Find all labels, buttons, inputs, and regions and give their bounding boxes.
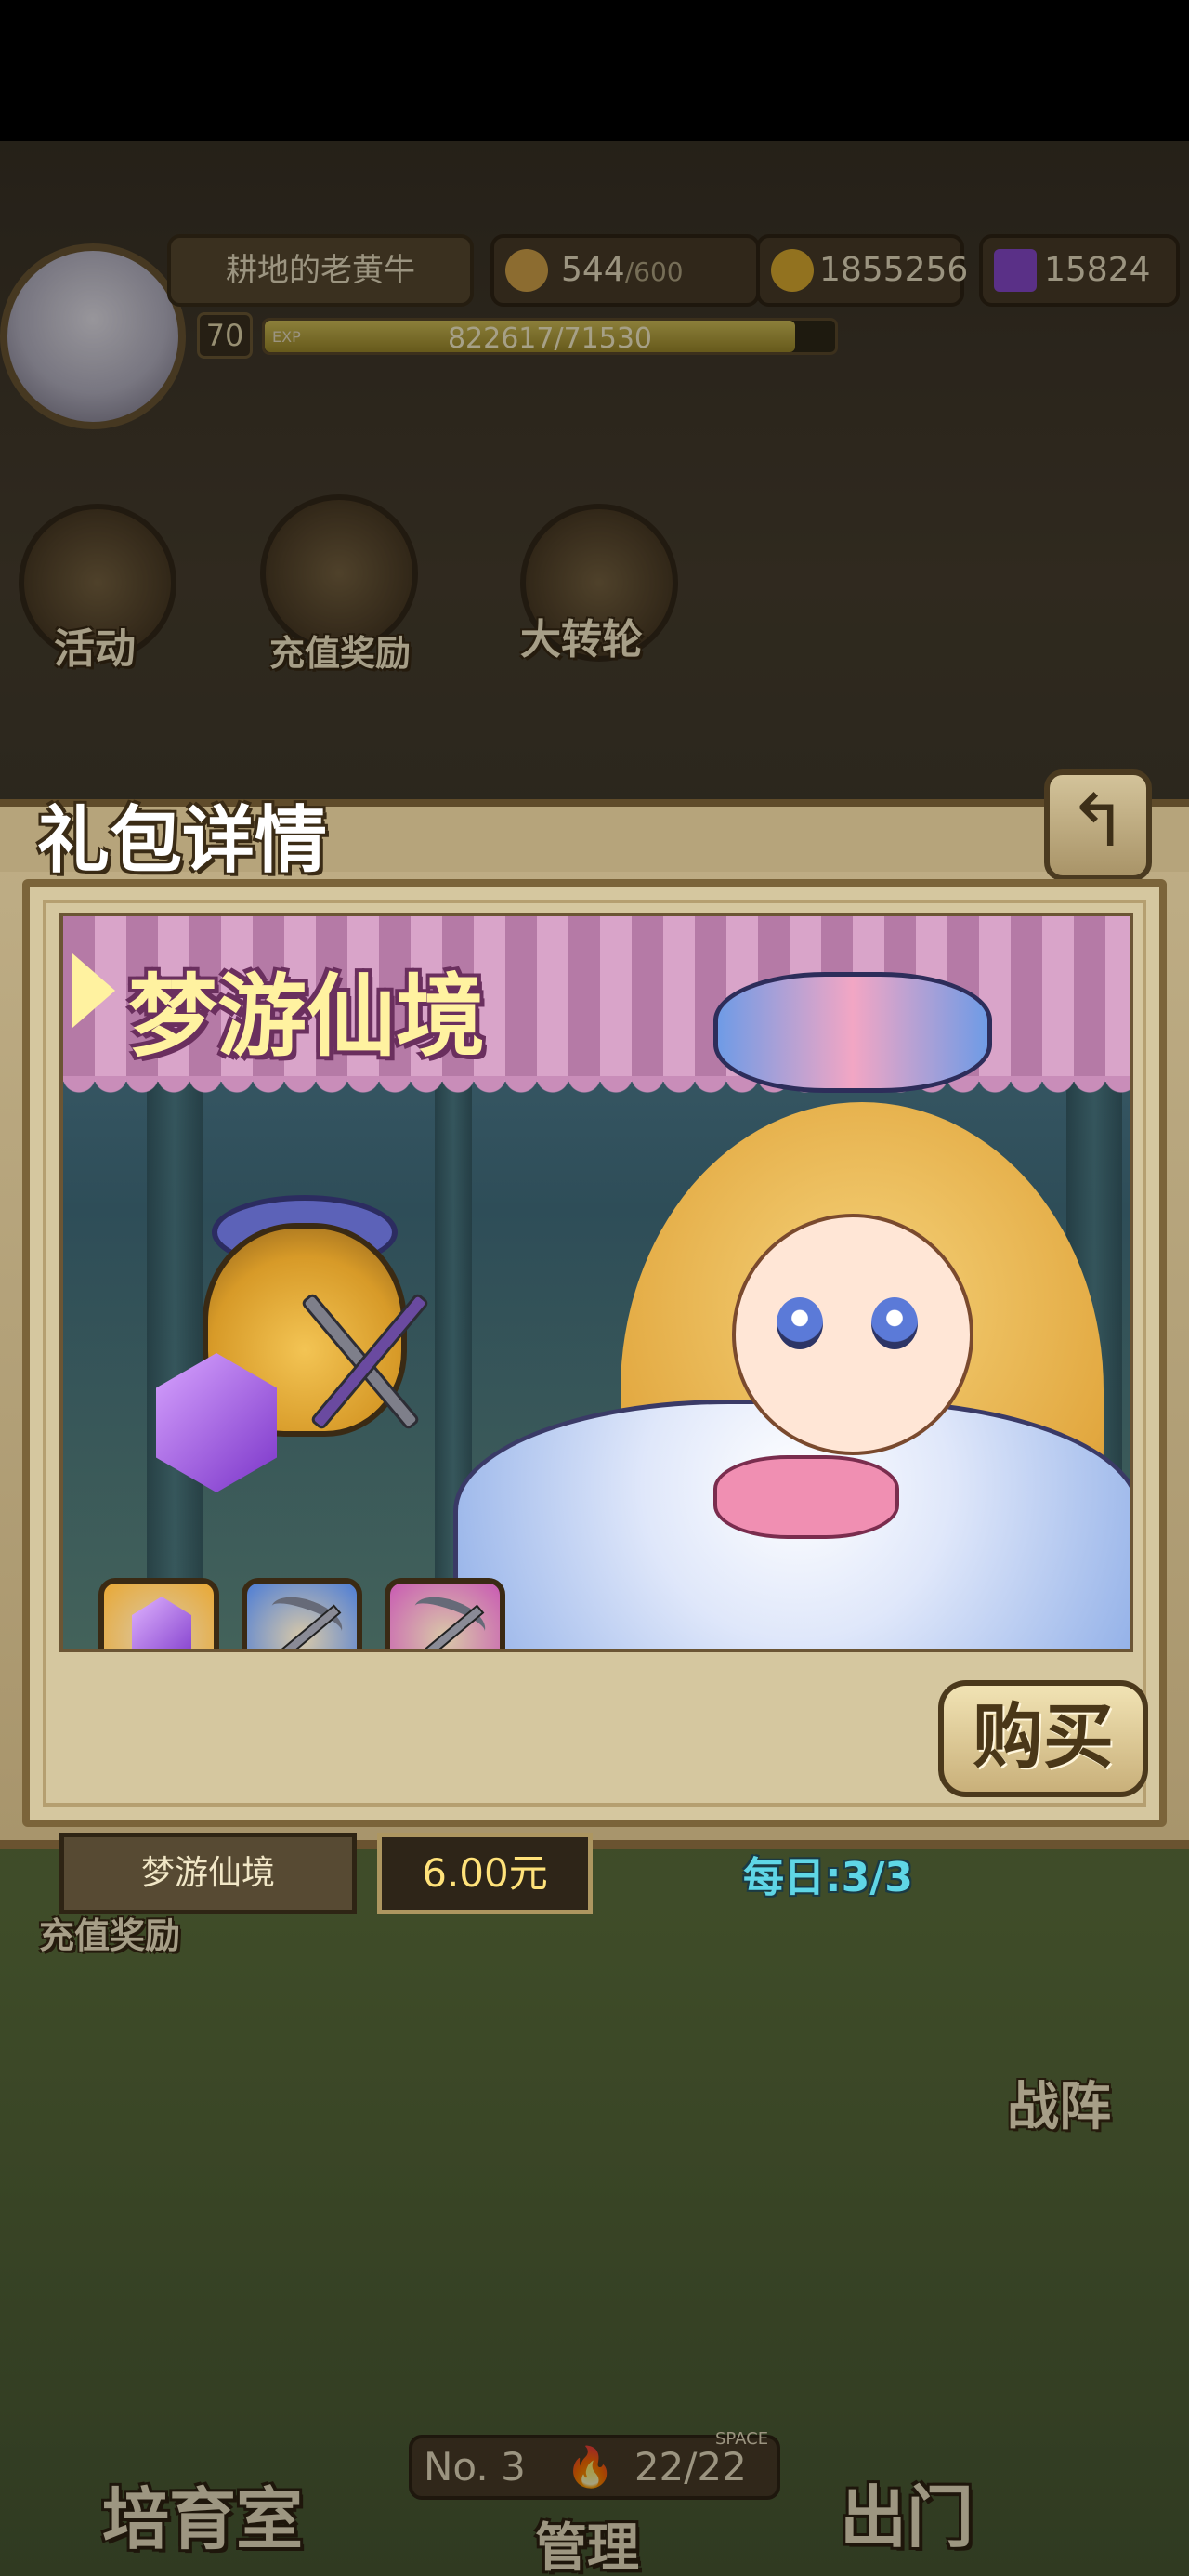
reward-pickaxe-purple[interactable]: 5 xyxy=(385,1578,505,1649)
package-name: 梦游仙境 xyxy=(59,1833,357,1914)
reward-pickaxe-blue[interactable]: 5 xyxy=(242,1578,362,1649)
back-button[interactable]: ↰ xyxy=(1044,769,1152,881)
modal-title: 礼包详情 xyxy=(37,799,328,883)
character-ribbon xyxy=(713,1455,899,1539)
buy-button[interactable]: 购买 xyxy=(938,1680,1148,1797)
character-face xyxy=(732,1214,973,1455)
daily-limit: 每日:3/3 xyxy=(743,1854,913,1901)
forest-tree xyxy=(147,1074,203,1649)
banner-arrow-icon xyxy=(72,953,115,1028)
package-price: 6.00元 xyxy=(377,1833,593,1914)
status-bar-area xyxy=(0,0,1189,141)
reward-gem[interactable]: 60 xyxy=(98,1578,219,1649)
character-eye xyxy=(777,1297,823,1349)
back-arrow-icon: ↰ xyxy=(1067,780,1129,863)
character-bow xyxy=(713,972,992,1093)
character-eye xyxy=(871,1297,918,1349)
banner-title: 梦游仙境 xyxy=(128,965,485,1069)
package-banner: 梦游仙境 60 5 5 xyxy=(59,913,1133,1652)
gem-icon xyxy=(132,1597,191,1649)
